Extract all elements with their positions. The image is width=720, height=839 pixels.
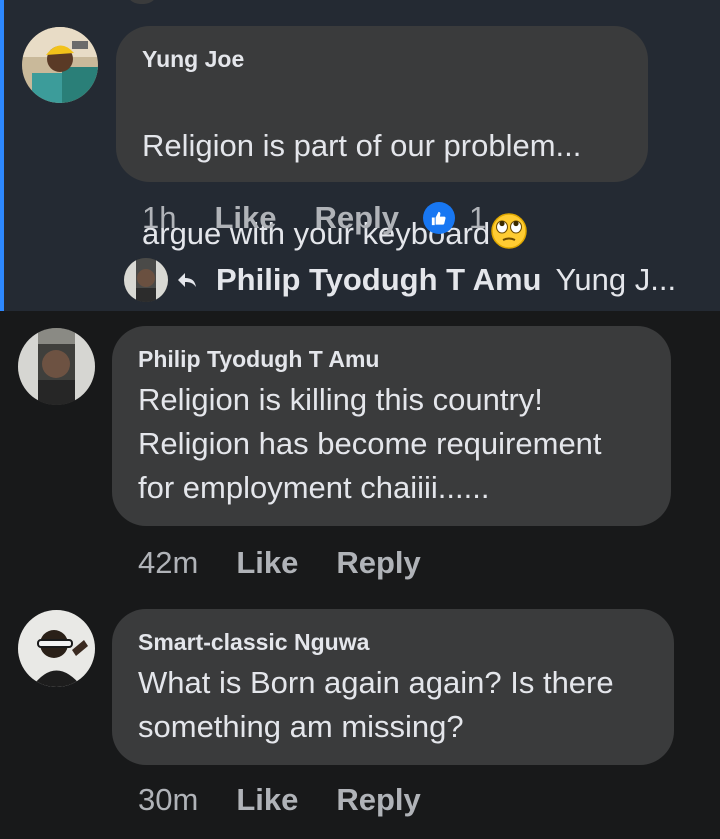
reaction-count[interactable]: 1 <box>469 200 486 236</box>
reply-button[interactable]: Reply <box>315 200 399 236</box>
comment-author[interactable]: Philip Tyodugh T Amu <box>138 344 645 374</box>
reply-button[interactable]: Reply <box>336 545 420 581</box>
comment-actions: 42m Like Reply <box>138 541 459 585</box>
rolling-eyes-emoji-icon <box>490 212 528 250</box>
avatar-yung-joe[interactable] <box>22 27 98 103</box>
comment-text: Religion is killing this country! Religi… <box>138 382 602 505</box>
comment-author[interactable]: Smart-classic Nguwa <box>138 627 648 657</box>
avatar-philip[interactable] <box>18 328 95 405</box>
thread-accent-bar <box>0 0 4 311</box>
reply-arrow-icon <box>178 273 196 287</box>
comment-time[interactable]: 42m <box>138 545 198 581</box>
avatar-philip-small <box>124 258 168 302</box>
thumbs-up-icon[interactable] <box>422 202 455 234</box>
comment-actions: 1h Like Reply 1 <box>142 196 486 240</box>
reply-preview-snippet: Yung J... <box>555 262 677 297</box>
like-button[interactable]: Like <box>236 782 298 818</box>
comment-bubble[interactable]: Smart-classic Nguwa What is Born again a… <box>112 609 674 765</box>
comment-bubble[interactable]: Philip Tyodugh T Amu Religion is killing… <box>112 326 671 526</box>
comment-time[interactable]: 30m <box>138 782 198 818</box>
avatar-smart-classic[interactable] <box>18 610 95 687</box>
reply-preview[interactable]: Philip Tyodugh T Amu Yung J... <box>124 257 676 303</box>
comment-time[interactable]: 1h <box>142 200 176 236</box>
comment-actions: 30m Like Reply <box>138 778 459 822</box>
comment-author[interactable]: Yung Joe <box>142 44 622 74</box>
comment-text: What is Born again again? Is there somet… <box>138 665 614 744</box>
like-button[interactable]: Like <box>236 545 298 581</box>
comment-bubble[interactable]: Yung Joe Religion is part of our problem… <box>116 26 648 251</box>
reply-button[interactable]: Reply <box>336 782 420 818</box>
reply-preview-author: Philip Tyodugh T Amu <box>216 262 542 297</box>
like-button[interactable]: Like <box>214 200 276 236</box>
